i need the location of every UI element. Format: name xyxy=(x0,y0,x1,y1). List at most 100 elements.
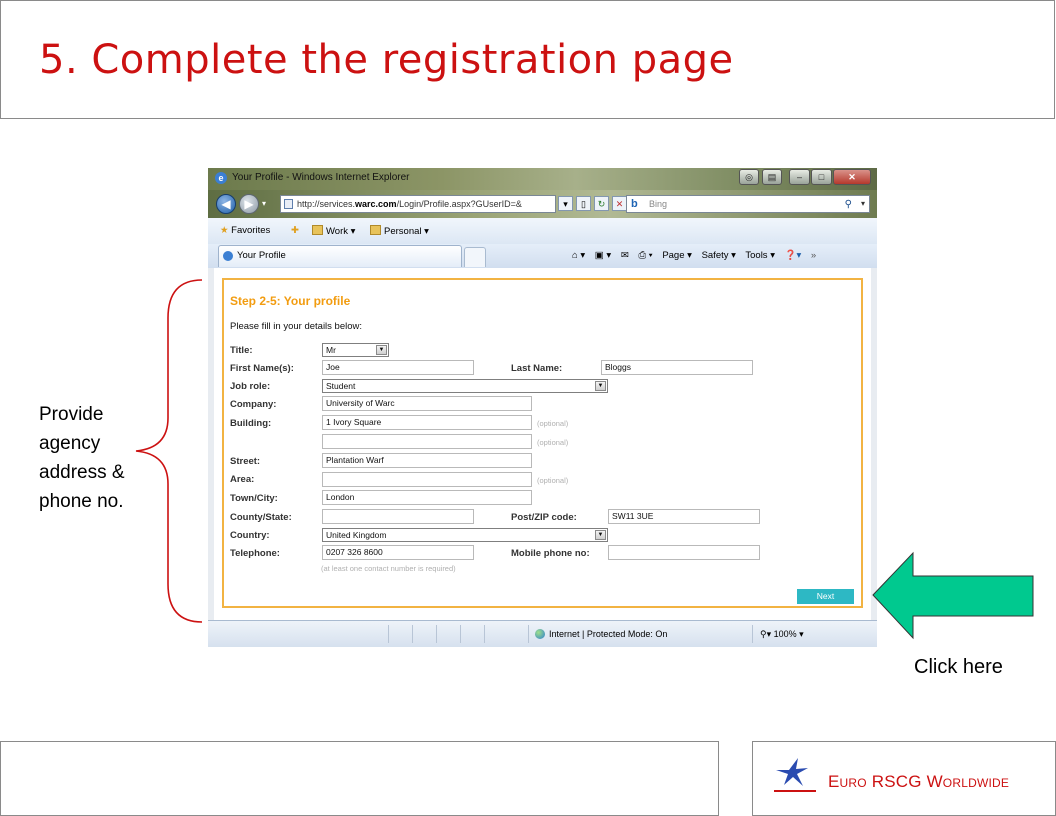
star-icon: ★ xyxy=(220,225,229,236)
stop-icon[interactable]: ✕ xyxy=(612,196,627,211)
print-icon[interactable]: ⎙ ▾ xyxy=(638,250,652,261)
status-divider xyxy=(528,625,529,643)
zoom-control[interactable]: ⚲▾ 100% ▾ xyxy=(760,629,804,640)
home-icon[interactable]: ⌂ ▾ xyxy=(572,250,585,261)
click-here-label: Click here xyxy=(914,656,1003,678)
page-icon xyxy=(284,199,293,209)
last-name-label: Last Name: xyxy=(511,363,563,374)
next-button[interactable]: Next xyxy=(797,589,854,604)
favorite-folder-personal[interactable]: Personal ▾ xyxy=(370,225,429,237)
title-label: Title: xyxy=(230,345,253,356)
maximize-button[interactable]: □ xyxy=(811,169,832,185)
more-icon[interactable]: » xyxy=(811,250,816,261)
work-label: Work ▾ xyxy=(326,226,356,237)
mail-icon[interactable]: ✉ xyxy=(621,250,629,261)
title-value: Mr xyxy=(326,345,336,355)
search-placeholder: Bing xyxy=(649,199,668,209)
building-line-2-field[interactable] xyxy=(322,434,532,449)
mobile-label: Mobile phone no: xyxy=(511,548,590,559)
close-button[interactable]: ✕ xyxy=(833,169,871,185)
country-value: United Kingdom xyxy=(326,530,387,540)
status-divider xyxy=(752,625,753,643)
contact-hint: (at least one contact number is required… xyxy=(321,564,456,573)
postcode-label: Post/ZIP code: xyxy=(511,512,577,523)
telephone-label: Telephone: xyxy=(230,548,280,559)
status-divider xyxy=(388,625,389,643)
safety-menu[interactable]: Safety ▾ xyxy=(702,250,736,261)
browser-window: e Your Profile - Windows Internet Explor… xyxy=(208,168,877,647)
security-zone[interactable]: Internet | Protected Mode: On xyxy=(535,629,667,639)
add-favorite-button[interactable]: ✚ xyxy=(291,225,299,236)
mobile-field[interactable] xyxy=(608,545,760,560)
area-label: Area: xyxy=(230,474,255,485)
compat-icon[interactable]: ◎ xyxy=(739,169,759,185)
url-dropdown-icon[interactable]: ▾ xyxy=(558,196,573,211)
search-input[interactable]: b Bing ⚲ ▾ xyxy=(626,195,870,213)
status-divider xyxy=(412,625,413,643)
status-divider xyxy=(460,625,461,643)
back-button[interactable]: ◀ xyxy=(216,194,236,214)
status-divider xyxy=(436,625,437,643)
tab-your-profile[interactable]: Your Profile xyxy=(218,245,462,267)
tab-ie-icon xyxy=(223,251,233,261)
country-select[interactable]: United Kingdom ▼ xyxy=(322,528,608,542)
first-name-field[interactable]: Joe xyxy=(322,360,474,375)
page-content: Step 2-5: Your profile Please fill in yo… xyxy=(208,268,877,620)
favorites-bar: ★ Favorites ✚ Work ▾ Personal ▾ xyxy=(208,218,877,245)
slide-title: 5. Complete the registration page xyxy=(39,37,734,83)
arrow-icon xyxy=(872,551,1034,640)
new-tab-button[interactable] xyxy=(464,247,486,267)
add-favorite-icon: ✚ xyxy=(291,225,299,236)
chevron-down-icon: ▼ xyxy=(595,381,606,391)
postcode-field[interactable]: SW11 3UE xyxy=(608,509,760,524)
tab-bar: Your Profile ⌂ ▾ ▣ ▾ ✉ ⎙ ▾ Page ▾ Safety… xyxy=(208,244,877,269)
favorites-label: Favorites xyxy=(231,225,271,236)
last-name-field[interactable]: Bloggs xyxy=(601,360,753,375)
building-optional: (optional) xyxy=(537,419,569,428)
job-role-label: Job role: xyxy=(230,381,271,392)
status-bar: Internet | Protected Mode: On ⚲▾ 100% ▾ xyxy=(208,620,877,647)
tools-menu[interactable]: Tools ▾ xyxy=(745,250,775,261)
window-title: Your Profile - Windows Internet Explorer xyxy=(232,172,410,183)
title-select[interactable]: Mr ▼ xyxy=(322,343,389,357)
favorites-button[interactable]: ★ Favorites xyxy=(220,225,270,236)
url-suffix: /Login/Profile.aspx?GUserID=& xyxy=(396,199,522,209)
footer-left-box xyxy=(0,741,719,816)
search-icon[interactable]: ⚲ xyxy=(845,197,852,213)
feeds-icon[interactable]: ▣ ▾ xyxy=(595,250,611,261)
help-icon[interactable]: ❓▾ xyxy=(785,250,802,261)
job-role-select[interactable]: Student ▼ xyxy=(322,379,608,393)
url-prefix: http://services. xyxy=(297,199,356,209)
history-dropdown-icon[interactable]: ▾ xyxy=(262,199,266,208)
compatibility-icon[interactable]: ▯ xyxy=(576,196,591,211)
building-label: Building: xyxy=(230,418,272,429)
building-field[interactable]: 1 Ivory Square xyxy=(322,415,532,430)
refresh-icon[interactable]: ↻ xyxy=(594,196,609,211)
job-role-value: Student xyxy=(326,381,356,391)
page-edge-left xyxy=(208,268,214,620)
globe-icon xyxy=(535,629,545,639)
county-field[interactable] xyxy=(322,509,474,524)
street-field[interactable]: Plantation Warf xyxy=(322,453,532,468)
url-field[interactable]: http://services.warc.com/Login/Profile.a… xyxy=(280,195,556,213)
search-dropdown-icon[interactable]: ▾ xyxy=(861,196,865,212)
company-field[interactable]: University of Warc xyxy=(322,396,532,411)
country-label: Country: xyxy=(230,530,270,541)
logo-star-icon xyxy=(776,758,808,786)
forward-button[interactable]: ▶ xyxy=(239,194,259,214)
personal-label: Personal ▾ xyxy=(384,226,429,237)
area-field[interactable] xyxy=(322,472,532,487)
town-field[interactable]: London xyxy=(322,490,532,505)
favorite-folder-work[interactable]: Work ▾ xyxy=(312,225,355,237)
telephone-field[interactable]: 0207 326 8600 xyxy=(322,545,474,560)
tab-label: Your Profile xyxy=(237,250,286,261)
tile-icon[interactable]: ▤ xyxy=(762,169,782,185)
bing-icon: b xyxy=(631,198,638,210)
profile-form: Step 2-5: Your profile Please fill in yo… xyxy=(222,278,863,608)
minimize-button[interactable]: – xyxy=(789,169,810,185)
zoom-icon: ⚲▾ xyxy=(760,629,772,639)
browser-titlebar: e Your Profile - Windows Internet Explor… xyxy=(208,168,877,190)
page-menu[interactable]: Page ▾ xyxy=(662,250,692,261)
zone-label: Internet | Protected Mode: On xyxy=(549,629,668,639)
folder-icon xyxy=(370,225,381,235)
